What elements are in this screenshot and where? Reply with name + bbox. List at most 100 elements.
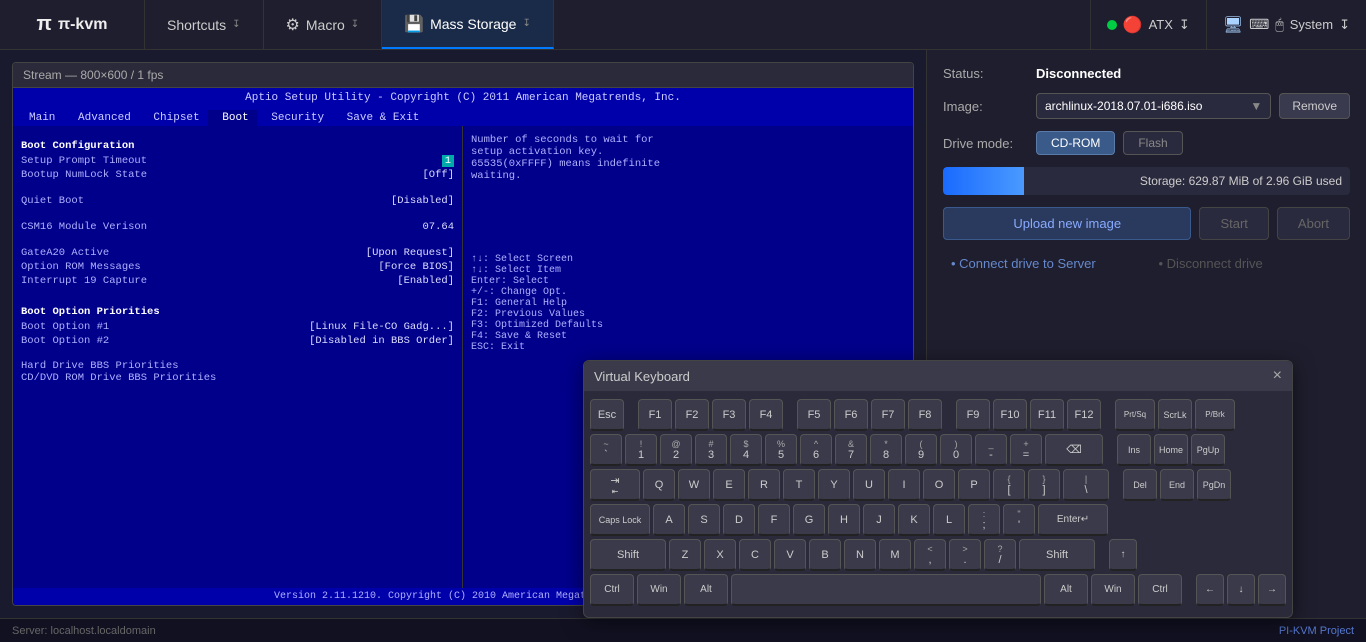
key-3[interactable]: #3	[695, 434, 727, 466]
key-j[interactable]: J	[863, 504, 895, 536]
key-f9[interactable]: F9	[956, 399, 990, 431]
key-alt-right[interactable]: Alt	[1044, 574, 1088, 606]
key-lbracket[interactable]: {[	[993, 469, 1025, 501]
bios-tab-security[interactable]: Security	[257, 110, 332, 126]
key-i[interactable]: I	[888, 469, 920, 501]
bios-tab-chipset[interactable]: Chipset	[139, 110, 208, 126]
bios-tab-boot[interactable]: Boot	[208, 110, 257, 126]
key-scrlk[interactable]: ScrLk	[1158, 399, 1192, 431]
key-f12[interactable]: F12	[1067, 399, 1101, 431]
key-f7[interactable]: F7	[871, 399, 905, 431]
key-1[interactable]: !1	[625, 434, 657, 466]
key-space[interactable]	[731, 574, 1041, 606]
key-ctrl-left[interactable]: Ctrl	[590, 574, 634, 606]
key-9[interactable]: (9	[905, 434, 937, 466]
key-h[interactable]: H	[828, 504, 860, 536]
key-tab[interactable]: ⇥⇤	[590, 469, 640, 501]
key-6[interactable]: ^6	[800, 434, 832, 466]
key-e[interactable]: E	[713, 469, 745, 501]
key-f2[interactable]: F2	[675, 399, 709, 431]
key-t[interactable]: T	[783, 469, 815, 501]
key-backslash[interactable]: |\	[1063, 469, 1109, 501]
key-y[interactable]: Y	[818, 469, 850, 501]
key-l[interactable]: L	[933, 504, 965, 536]
key-z[interactable]: Z	[669, 539, 701, 571]
key-d[interactable]: D	[723, 504, 755, 536]
key-8[interactable]: *8	[870, 434, 902, 466]
key-minus[interactable]: _-	[975, 434, 1007, 466]
flash-mode-button[interactable]: Flash	[1123, 131, 1182, 155]
remove-button[interactable]: Remove	[1279, 93, 1350, 119]
key-q[interactable]: Q	[643, 469, 675, 501]
key-pgup[interactable]: PgUp	[1191, 434, 1225, 466]
key-0[interactable]: )0	[940, 434, 972, 466]
start-button[interactable]: Start	[1199, 207, 1268, 240]
key-pause[interactable]: P/Brk	[1195, 399, 1235, 431]
abort-button[interactable]: Abort	[1277, 207, 1350, 240]
bios-tab-save-exit[interactable]: Save & Exit	[332, 110, 427, 126]
system-nav-btn[interactable]: 🖥 ⌨ 🖱 System ↧	[1206, 0, 1366, 49]
key-pgdn[interactable]: PgDn	[1197, 469, 1231, 501]
key-backspace[interactable]: ⌫	[1045, 434, 1103, 466]
key-quote[interactable]: "'	[1003, 504, 1035, 536]
key-enter[interactable]: Enter↵	[1038, 504, 1108, 536]
key-ctrl-right[interactable]: Ctrl	[1138, 574, 1182, 606]
key-equals[interactable]: +=	[1010, 434, 1042, 466]
key-c[interactable]: C	[739, 539, 771, 571]
atx-nav-btn[interactable]: 🔴 ATX ↧	[1090, 0, 1206, 49]
key-a[interactable]: A	[653, 504, 685, 536]
key-backtick[interactable]: ~`	[590, 434, 622, 466]
key-shift-left[interactable]: Shift	[590, 539, 666, 571]
key-win-right[interactable]: Win	[1091, 574, 1135, 606]
key-prtsc[interactable]: Prt/Sq	[1115, 399, 1155, 431]
key-semicolon[interactable]: :;	[968, 504, 1000, 536]
key-4[interactable]: $4	[730, 434, 762, 466]
key-insert[interactable]: Ins	[1117, 434, 1151, 466]
key-arrow-down[interactable]: ↓	[1227, 574, 1255, 606]
key-arrow-up[interactable]: ↑	[1109, 539, 1137, 571]
mass-storage-nav-btn[interactable]: 💾 Mass Storage ↧	[382, 0, 554, 49]
key-period[interactable]: >.	[949, 539, 981, 571]
key-delete[interactable]: Del	[1123, 469, 1157, 501]
key-alt-left[interactable]: Alt	[684, 574, 728, 606]
shortcuts-nav-btn[interactable]: Shortcuts ↧	[145, 0, 264, 49]
key-esc[interactable]: Esc	[590, 399, 624, 431]
key-f11[interactable]: F11	[1030, 399, 1064, 431]
key-end[interactable]: End	[1160, 469, 1194, 501]
key-p[interactable]: P	[958, 469, 990, 501]
key-r[interactable]: R	[748, 469, 780, 501]
key-k[interactable]: K	[898, 504, 930, 536]
key-v[interactable]: V	[774, 539, 806, 571]
key-f1[interactable]: F1	[638, 399, 672, 431]
key-7[interactable]: &7	[835, 434, 867, 466]
key-2[interactable]: @2	[660, 434, 692, 466]
key-shift-right[interactable]: Shift	[1019, 539, 1095, 571]
key-comma[interactable]: <,	[914, 539, 946, 571]
key-o[interactable]: O	[923, 469, 955, 501]
connect-drive-link[interactable]: Connect drive to Server	[943, 252, 1143, 275]
disconnect-drive-link[interactable]: Disconnect drive	[1151, 252, 1351, 275]
key-f10[interactable]: F10	[993, 399, 1027, 431]
key-f4[interactable]: F4	[749, 399, 783, 431]
macro-nav-btn[interactable]: ⚙ Macro ↧	[264, 0, 383, 49]
key-f[interactable]: F	[758, 504, 790, 536]
key-home[interactable]: Home	[1154, 434, 1188, 466]
key-n[interactable]: N	[844, 539, 876, 571]
key-w[interactable]: W	[678, 469, 710, 501]
key-u[interactable]: U	[853, 469, 885, 501]
key-slash[interactable]: ?/	[984, 539, 1016, 571]
cdrom-mode-button[interactable]: CD-ROM	[1036, 131, 1115, 155]
key-g[interactable]: G	[793, 504, 825, 536]
key-b[interactable]: B	[809, 539, 841, 571]
key-f5[interactable]: F5	[797, 399, 831, 431]
key-rbracket[interactable]: }]	[1028, 469, 1060, 501]
bios-tab-advanced[interactable]: Advanced	[63, 110, 138, 126]
image-select-dropdown[interactable]: archlinux-2018.07.01-i686.iso ▼	[1036, 93, 1271, 119]
project-link[interactable]: PI-KVM Project	[1279, 625, 1354, 637]
bios-tab-main[interactable]: Main	[21, 110, 63, 126]
key-arrow-left[interactable]: ←	[1196, 574, 1224, 606]
key-5[interactable]: %5	[765, 434, 797, 466]
key-win-left[interactable]: Win	[637, 574, 681, 606]
key-x[interactable]: X	[704, 539, 736, 571]
key-arrow-right[interactable]: →	[1258, 574, 1286, 606]
